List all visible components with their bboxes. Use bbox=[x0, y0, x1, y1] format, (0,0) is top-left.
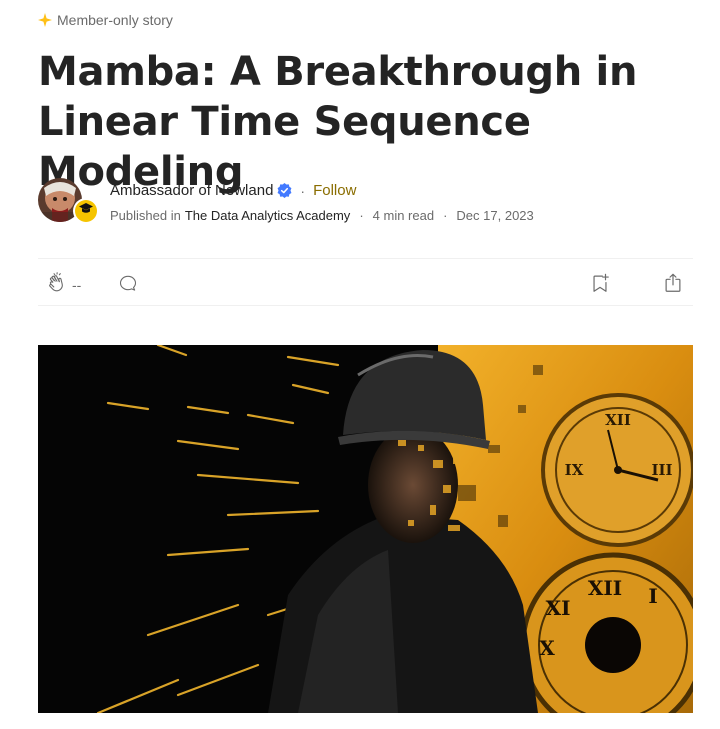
svg-text:XII: XII bbox=[588, 576, 622, 600]
follow-button[interactable]: Follow bbox=[313, 182, 356, 199]
clap-count: -- bbox=[72, 276, 82, 293]
separator-dot: · bbox=[300, 182, 306, 199]
svg-text:I: I bbox=[648, 584, 657, 608]
separator-dot: · bbox=[443, 208, 448, 223]
member-only-badge: Member-only story bbox=[38, 12, 173, 28]
share-button[interactable] bbox=[662, 272, 684, 299]
action-bar: -- bbox=[38, 258, 693, 306]
author-block: Ambassador of Newland · Follow Published… bbox=[38, 178, 698, 228]
separator-dot: · bbox=[359, 208, 364, 223]
svg-text:X: X bbox=[539, 636, 555, 660]
clap-icon bbox=[46, 272, 68, 297]
svg-text:XII: XII bbox=[605, 411, 631, 429]
sparkle-icon bbox=[38, 13, 52, 27]
author-line: Ambassador of Newland · Follow bbox=[110, 182, 356, 199]
hero-illustration: XII III IX XII I XI X bbox=[38, 345, 693, 713]
comment-icon bbox=[118, 275, 138, 297]
member-only-label: Member-only story bbox=[57, 12, 173, 28]
article-meta: Published in The Data Analytics Academy … bbox=[110, 208, 534, 223]
read-time: 4 min read bbox=[372, 208, 435, 223]
publish-date: Dec 17, 2023 bbox=[456, 208, 534, 223]
svg-text:IX: IX bbox=[565, 461, 584, 479]
published-in-label: Published in bbox=[110, 208, 181, 223]
svg-text:XI: XI bbox=[546, 596, 571, 620]
bookmark-button[interactable] bbox=[589, 272, 611, 299]
svg-text:III: III bbox=[651, 461, 672, 479]
graduation-cap-icon bbox=[79, 202, 93, 220]
verified-badge-icon bbox=[277, 183, 292, 198]
publication-logo[interactable] bbox=[73, 198, 99, 224]
publication-link[interactable]: The Data Analytics Academy bbox=[185, 208, 350, 223]
article-title: Mamba: A Breakthrough in Linear Time Seq… bbox=[38, 49, 638, 195]
share-icon bbox=[662, 273, 684, 298]
clap-button[interactable]: -- bbox=[46, 272, 81, 297]
comment-button[interactable] bbox=[118, 273, 138, 298]
hero-image: XII III IX XII I XI X bbox=[38, 345, 693, 713]
bookmark-add-icon bbox=[589, 273, 611, 298]
author-name[interactable]: Ambassador of Newland bbox=[110, 182, 273, 199]
